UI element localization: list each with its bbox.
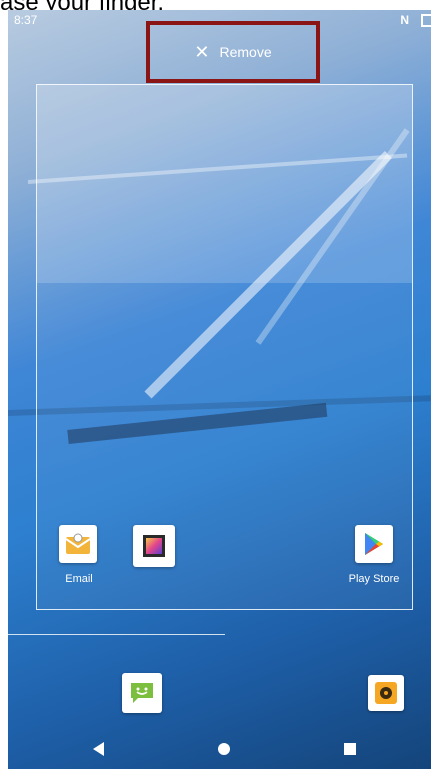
- music-icon: [375, 682, 397, 704]
- home-icon[interactable]: [218, 743, 230, 755]
- remove-drop-target[interactable]: ✕ Remove: [146, 21, 320, 83]
- play-store-icon: [365, 533, 383, 555]
- play-store-app-label: Play Store: [348, 573, 400, 585]
- close-icon: ✕: [194, 42, 210, 62]
- email-app-icon[interactable]: [59, 525, 97, 563]
- messaging-icon: [131, 683, 153, 703]
- gallery-icon: [143, 535, 165, 557]
- nfc-icon: N: [400, 13, 409, 27]
- messaging-app-icon[interactable]: [122, 673, 162, 713]
- gallery-app-icon[interactable]: [133, 525, 175, 567]
- preview-top-band: [37, 85, 412, 283]
- recents-icon[interactable]: [344, 743, 356, 755]
- play-store-app-icon[interactable]: [355, 525, 393, 563]
- back-icon[interactable]: [93, 742, 104, 756]
- status-time: 8:37: [14, 13, 38, 27]
- battery-icon: [421, 14, 431, 27]
- home-page-preview[interactable]: Email Play Store: [36, 84, 413, 610]
- music-app-icon[interactable]: [368, 675, 404, 711]
- page-indicator-line: [8, 634, 225, 635]
- email-app-label: Email: [65, 573, 93, 585]
- email-icon: [65, 533, 91, 554]
- device-screen: 8:37 N ✕ Remove Email Play Store: [8, 10, 431, 769]
- navigation-bar: [8, 729, 431, 769]
- remove-label: Remove: [219, 44, 272, 60]
